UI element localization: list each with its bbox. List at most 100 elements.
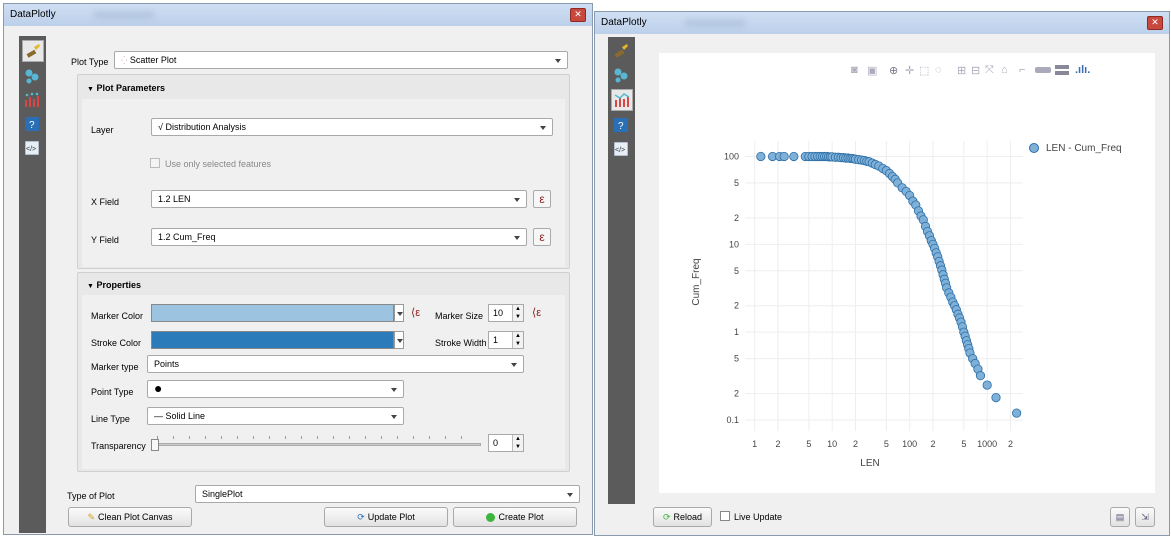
y-tick-label: 2	[734, 301, 739, 311]
reload-button-label: Reload	[673, 512, 703, 522]
chevron-down-icon	[397, 339, 403, 343]
stroke-color-button[interactable]	[151, 331, 394, 349]
slider-handle[interactable]	[151, 439, 159, 451]
marker-size-spinbox[interactable]: 10 ▲ ▼	[488, 304, 524, 322]
spin-arrows-icon[interactable]: ▲ ▼	[512, 305, 523, 321]
marker-type-combo[interactable]: Points	[147, 355, 524, 373]
right-sidebar: ? </>	[608, 37, 635, 504]
chevron-down-icon	[514, 198, 520, 202]
y-tick-label: 100	[724, 151, 739, 161]
export-html-icon: ⇲	[1141, 511, 1149, 522]
x-tick-label: 2	[776, 439, 781, 449]
right-close-button[interactable]: ✕	[1147, 16, 1163, 30]
chevron-down-icon	[555, 59, 561, 63]
clean-button-label: Clean Plot Canvas	[98, 512, 173, 522]
type-of-plot-combo[interactable]: SinglePlot	[195, 485, 580, 503]
plot-type-value: ⁛ Scatter Plot	[121, 55, 176, 65]
stroke-color-dropdown[interactable]	[394, 331, 404, 349]
marker-color-label: Marker Color	[91, 311, 144, 321]
plot-icon[interactable]	[22, 90, 42, 110]
right-window-title: DataPlotly	[601, 17, 647, 28]
chevron-down-icon	[391, 388, 397, 392]
plot-icon[interactable]	[611, 89, 633, 111]
plot-type-combo[interactable]: ⁛ Scatter Plot	[114, 51, 568, 69]
stroke-width-spinbox[interactable]: 1 ▲ ▼	[488, 331, 524, 349]
marker-color-expression-icon[interactable]: ⟨ε	[411, 306, 420, 319]
x-field-combo[interactable]: 1.2 LEN	[151, 190, 527, 208]
brush-icon[interactable]	[611, 41, 631, 61]
use-selected-label: Use only selected features	[165, 159, 272, 169]
x-field-expression-button[interactable]: ε	[533, 190, 551, 208]
help-icon[interactable]: ?	[611, 115, 631, 135]
left-window-title: DataPlotly	[10, 9, 56, 20]
live-update-checkbox[interactable]	[720, 511, 730, 521]
x-tick-label: 5	[806, 439, 811, 449]
layer-combo[interactable]: √ Distribution Analysis	[151, 118, 553, 136]
properties-header[interactable]: ▼ Properties	[87, 280, 141, 290]
y-tick-label: 5	[734, 266, 739, 276]
line-type-combo[interactable]: — Solid Line	[147, 407, 404, 425]
x-tick-label: 10	[827, 439, 837, 449]
marker-size-value: 10	[493, 308, 504, 318]
clean-plot-canvas-button[interactable]: ✎ Clean Plot Canvas	[68, 507, 192, 527]
layer-value: √ Distribution Analysis	[158, 122, 246, 132]
right-dataplotly-window: DataPlotly ✕ ? </> ◙ ▣ ⊕ ✛ ⬚ ◌ ⊞ ⊟ ⤧ ⌂ ⌐…	[594, 11, 1170, 536]
marker-color-button[interactable]	[151, 304, 394, 322]
settings-icon[interactable]	[611, 65, 631, 85]
marker-size-label: Marker Size	[435, 311, 484, 321]
left-close-button[interactable]: ✕	[570, 8, 586, 22]
y-tick-label: 0.1	[726, 415, 739, 425]
create-icon	[486, 512, 496, 522]
y-field-combo[interactable]: 1.2 Cum_Freq	[151, 228, 527, 246]
left-sidebar: ? </>	[19, 36, 46, 533]
type-of-plot-value: SinglePlot	[202, 489, 243, 499]
legend[interactable]: LEN - Cum_Freq	[1029, 143, 1122, 154]
plot-parameters-header[interactable]: ▼ Plot Parameters	[87, 83, 165, 93]
refresh-icon: ⟳	[662, 511, 671, 522]
code-icon[interactable]: </>	[611, 139, 631, 159]
help-icon[interactable]: ?	[22, 114, 42, 134]
y-field-expression-button[interactable]: ε	[533, 228, 551, 246]
collapse-arrow-icon: ▼	[87, 283, 94, 290]
x-tick-label: 5	[961, 439, 966, 449]
code-icon[interactable]: </>	[22, 138, 42, 158]
scatter-point	[1012, 408, 1022, 418]
brush-icon[interactable]	[22, 40, 44, 62]
x-tick-label: 1	[752, 439, 757, 449]
x-field-value: 1.2 LEN	[158, 194, 191, 204]
left-title-bar: DataPlotly ✕	[4, 4, 592, 26]
y-tick-label: 2	[734, 389, 739, 399]
export-html-button[interactable]: ⇲	[1135, 507, 1155, 527]
use-selected-checkbox[interactable]	[150, 158, 160, 168]
type-of-plot-label: Type of Plot	[67, 491, 115, 501]
marker-color-dropdown[interactable]	[394, 304, 404, 322]
export-image-button[interactable]: ▤	[1110, 507, 1130, 527]
chevron-down-icon	[567, 493, 573, 497]
x-tick-label: 5	[884, 439, 889, 449]
plot-canvas[interactable]: ◙ ▣ ⊕ ✛ ⬚ ◌ ⊞ ⊟ ⤧ ⌂ ⌐ .ılı. 1 2 5 10 2 5 100 2 5…	[659, 53, 1155, 493]
create-plot-button[interactable]: Create Plot	[453, 507, 577, 527]
x-tick-label: 2	[930, 439, 935, 449]
update-plot-button[interactable]: ⟳ Update Plot	[324, 507, 448, 527]
spin-arrows-icon[interactable]: ▲ ▼	[512, 435, 523, 451]
plot-parameters-title: Plot Parameters	[96, 83, 165, 93]
spin-arrows-icon[interactable]: ▲ ▼	[512, 332, 523, 348]
point-type-combo[interactable]: ●	[147, 380, 404, 398]
title-blur	[94, 11, 154, 19]
x-tick-label: 100	[902, 439, 917, 449]
scatter-point	[779, 151, 789, 162]
settings-icon[interactable]	[22, 66, 42, 86]
stroke-width-value: 1	[493, 335, 499, 345]
legend-marker	[1029, 143, 1039, 153]
scatter-point	[756, 151, 766, 162]
line-type-label: Line Type	[91, 414, 130, 424]
transparency-spinbox[interactable]: 0 ▲ ▼	[488, 434, 524, 452]
reload-button[interactable]: ⟳ Reload	[653, 507, 712, 527]
point-type-value: ●	[154, 380, 163, 396]
transparency-slider[interactable]	[151, 434, 481, 452]
chevron-down-icon	[540, 126, 546, 130]
marker-size-expression-icon[interactable]: ⟨ε	[532, 306, 541, 319]
y-field-label: Y Field	[91, 235, 119, 245]
scatter-point	[975, 371, 986, 381]
x-field-label: X Field	[91, 197, 120, 207]
